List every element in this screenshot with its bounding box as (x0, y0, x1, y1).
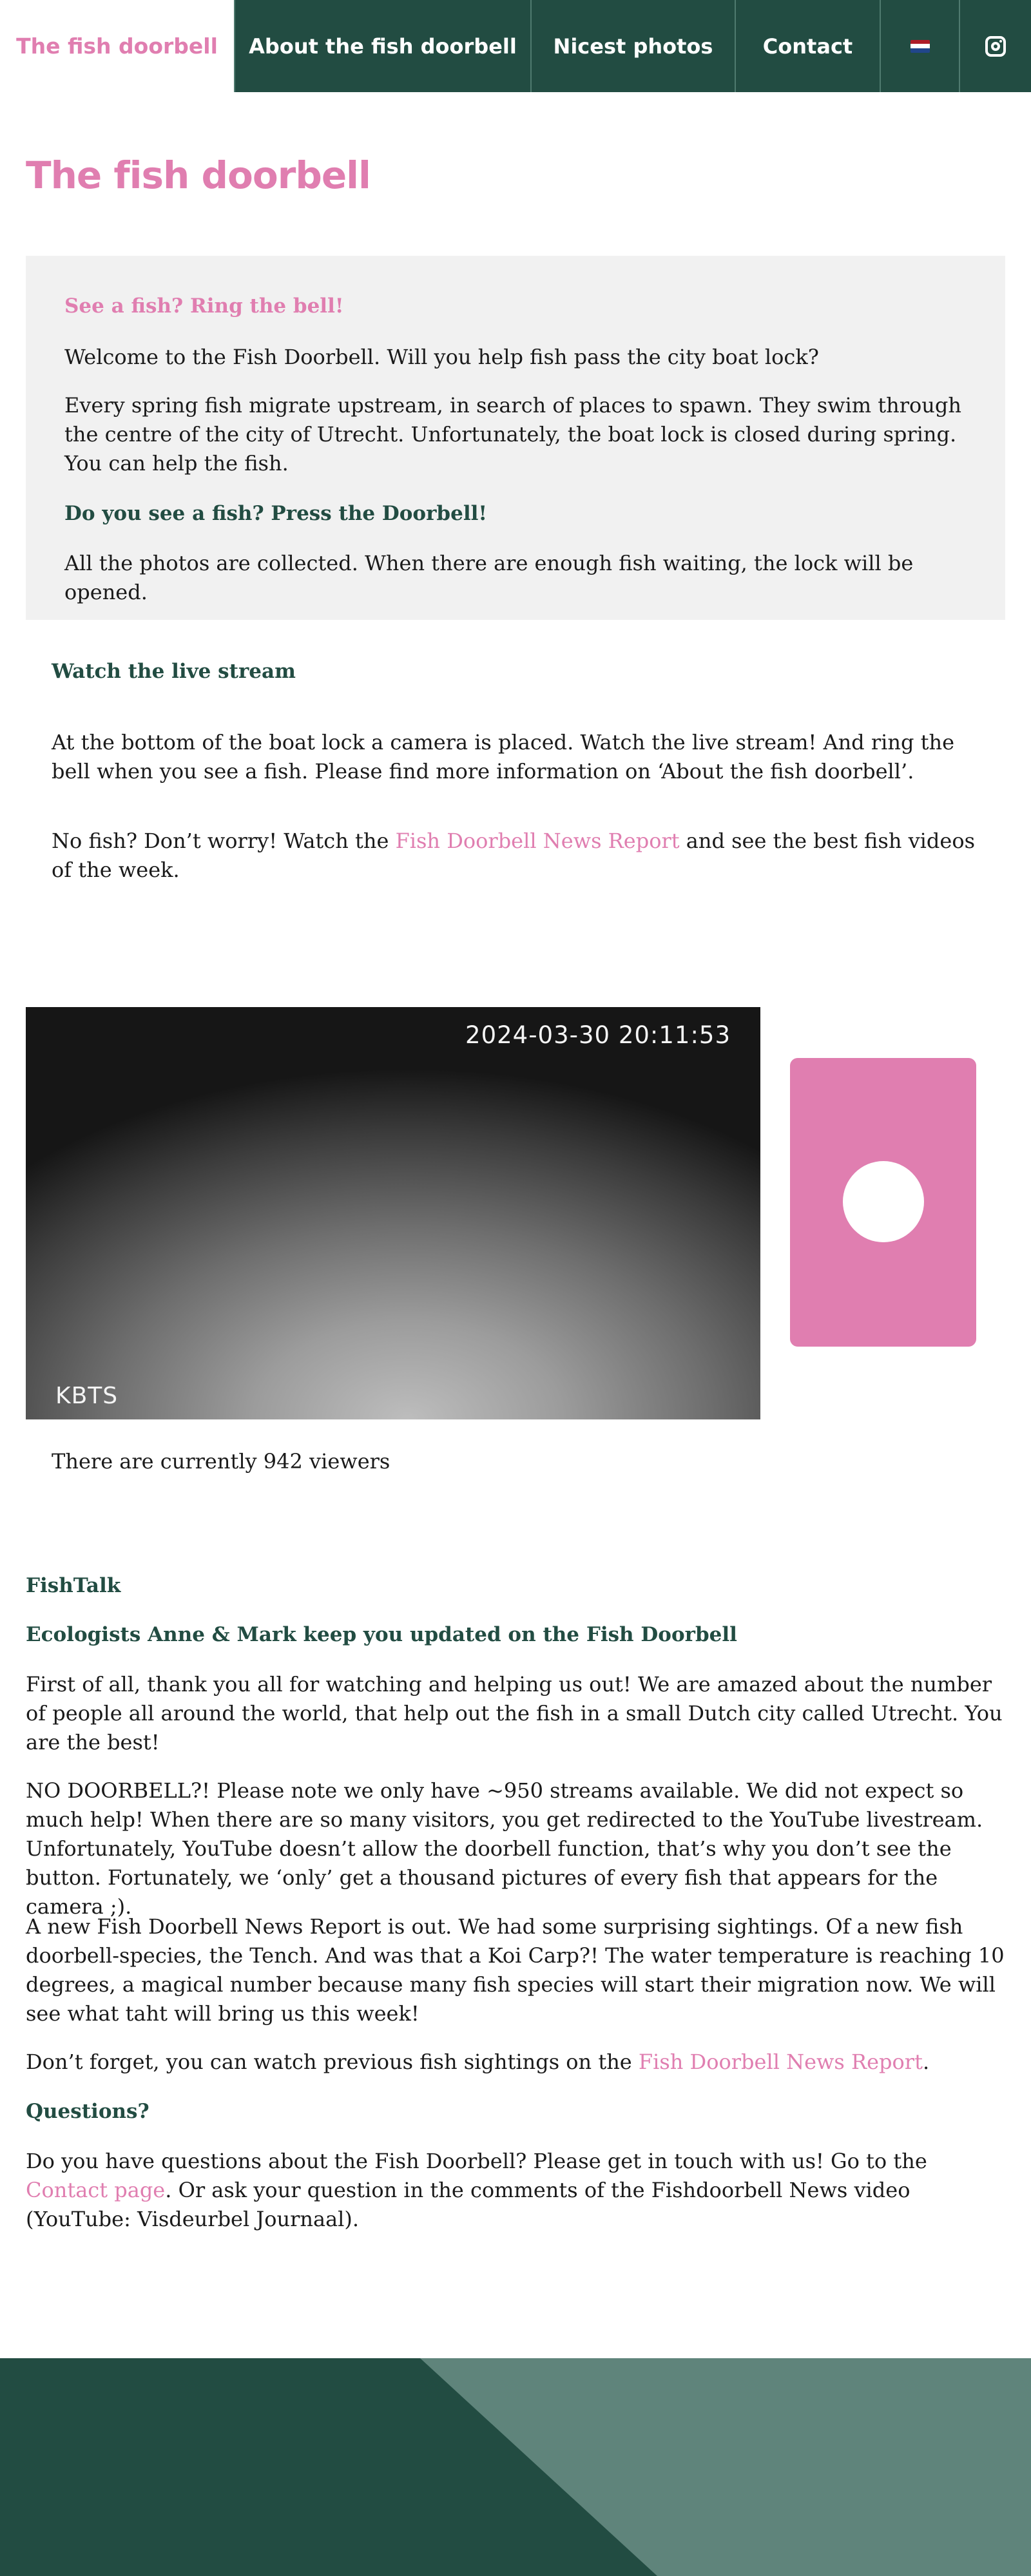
footer (0, 2358, 1031, 2576)
intro-welcome-text: Welcome to the Fish Doorbell. Will you h… (64, 345, 819, 369)
intro-migration-text: Every spring fish migrate upstream, in s… (64, 393, 961, 476)
livestream-heading: Watch the live stream (52, 660, 296, 683)
news-report-link-2[interactable]: Fish Doorbell News Report (639, 2050, 923, 2074)
fishtalk-news-text: A new Fish Doorbell News Report is out. … (26, 1914, 1005, 2026)
questions-heading: Questions? (26, 2100, 149, 2123)
contact-page-link[interactable]: Contact page (26, 2178, 165, 2202)
doorbell-button-icon (843, 1161, 924, 1242)
footer-light-shape (420, 2358, 1031, 2576)
doorbell-button[interactable] (790, 1058, 976, 1347)
fishtalk-subheading: Ecologists Anne & Mark keep you updated … (26, 1623, 737, 1646)
intro-subheading: Do you see a fish? Press the Doorbell! (64, 502, 487, 525)
top-navigation: The fish doorbell About the fish doorbel… (0, 0, 1031, 92)
livestream-camera-text: At the bottom of the boat lock a camera … (52, 730, 955, 783)
nav-item-contact[interactable]: Contact (735, 0, 880, 92)
netherlands-flag-icon (910, 39, 930, 53)
questions-text: Do you have questions about the Fish Doo… (26, 2149, 927, 2231)
viewer-count: There are currently 942 viewers (52, 1449, 390, 1474)
video-timestamp: 2024-03-30 20:11:53 (465, 1021, 731, 1049)
language-switch-button[interactable] (880, 0, 959, 92)
intro-collected-text: All the photos are collected. When there… (64, 551, 914, 604)
video-camera-tag: KBTS (55, 1383, 119, 1409)
intro-heading: See a fish? Ring the bell! (64, 294, 344, 318)
news-report-link[interactable]: Fish Doorbell News Report (396, 829, 680, 853)
instagram-icon (985, 35, 1006, 57)
nav-item-nicest-photos[interactable]: Nicest photos (530, 0, 735, 92)
fishtalk-thanks-text: First of all, thank you all for watching… (26, 1672, 1003, 1754)
footer-decoration (420, 2358, 1031, 2576)
fishtalk-dont-forget-text: Don’t forget, you can watch previous fis… (26, 2050, 930, 2074)
livestream-video[interactable]: 2024-03-30 20:11:53 KBTS (26, 1007, 760, 1419)
page-title: The fish doorbell (26, 153, 371, 197)
instagram-link[interactable] (959, 0, 1031, 92)
fishtalk-heading: FishTalk (26, 1574, 121, 1597)
fishtalk-no-doorbell-text: NO DOORBELL?! Please note we only have ~… (26, 1778, 983, 1919)
livestream-no-fish-text: No fish? Don’t worry! Watch the Fish Doo… (52, 829, 976, 882)
nav-item-about[interactable]: About the fish doorbell (234, 0, 530, 92)
nav-brand-link[interactable]: The fish doorbell (0, 0, 234, 92)
